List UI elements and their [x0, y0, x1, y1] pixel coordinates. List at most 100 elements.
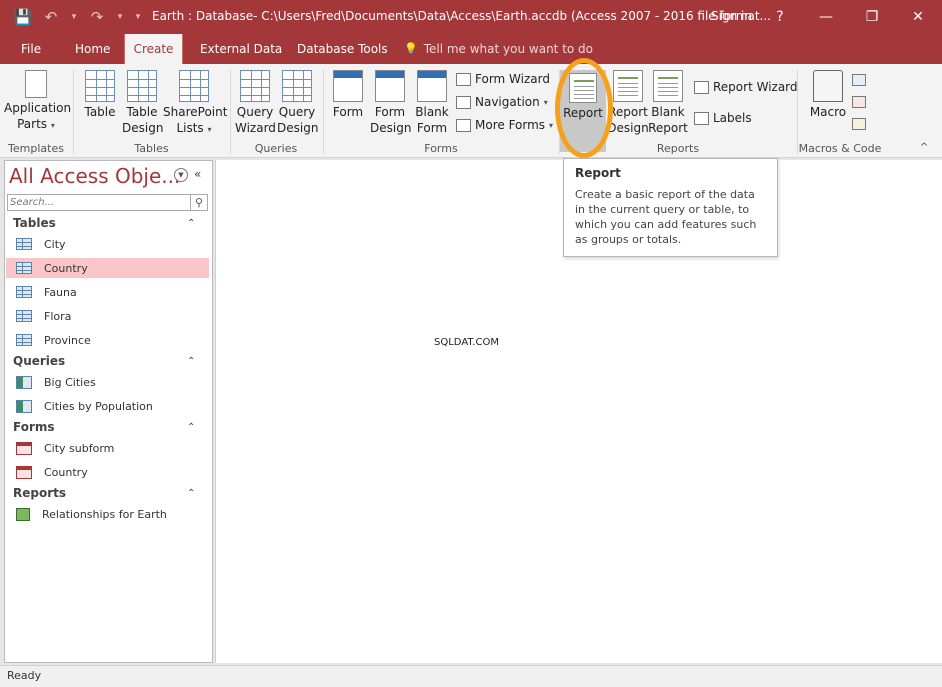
minimize-button[interactable]: — [803, 0, 849, 34]
undo-menu-chevron-icon[interactable]: ▾ [68, 6, 80, 28]
table-design-button[interactable]: Table Design [122, 70, 163, 136]
query-design-label-1: Query [278, 105, 316, 119]
navigation-icon [456, 95, 471, 109]
tab-create[interactable]: Create [124, 34, 183, 64]
collapse-queries-chevron-icon[interactable]: ⌃ [187, 356, 195, 367]
nav-item-relationships-for-earth[interactable]: Relationships for Earth [6, 504, 209, 524]
sharepoint-label-2: Lists ▾ [176, 121, 212, 135]
nav-menu-chevron-down-icon[interactable]: ▼ [174, 168, 188, 182]
nav-item-label: City subform [44, 441, 115, 455]
visual-basic-icon[interactable] [852, 118, 866, 130]
tab-file[interactable]: File [11, 34, 51, 64]
tab-home[interactable]: Home [65, 34, 120, 64]
undo-icon[interactable]: ↶ [40, 6, 62, 28]
nav-pane-title[interactable]: All Access Obje... [9, 164, 180, 188]
nav-search-input[interactable] [7, 194, 191, 211]
nav-collapse-icon[interactable]: « [194, 167, 201, 181]
macro-icon [813, 70, 843, 102]
nav-item-label: Country [44, 465, 88, 479]
application-parts-button[interactable]: Application Parts ▾ [4, 70, 72, 134]
form-wizard-button[interactable]: Form Wizard [456, 72, 550, 86]
sign-in-link[interactable]: Sign in [711, 9, 752, 23]
report-icon [16, 507, 30, 521]
customize-qat-chevron-icon[interactable]: ▾ [132, 6, 144, 28]
nav-item-fauna[interactable]: Fauna [6, 282, 209, 302]
search-icon[interactable]: ⚲ [191, 194, 208, 211]
tooltip-title: Report [575, 166, 621, 180]
redo-menu-chevron-icon[interactable]: ▾ [114, 6, 126, 28]
nav-item-big-cities[interactable]: Big Cities [6, 372, 209, 392]
nav-item-country-form[interactable]: Country [6, 462, 209, 482]
nav-category-reports[interactable]: Reports [13, 486, 66, 500]
collapse-forms-chevron-icon[interactable]: ⌃ [187, 422, 195, 433]
group-label-queries: Queries [254, 142, 298, 155]
more-forms-button[interactable]: More Forms ▾ [456, 118, 553, 132]
query-wizard-button[interactable]: Query Wizard [235, 70, 276, 136]
redo-icon[interactable]: ↷ [86, 6, 108, 28]
status-text: Ready [7, 669, 42, 682]
macro-button[interactable]: Macro [806, 70, 850, 120]
sharepoint-label-1: SharePoint [163, 105, 228, 119]
form-wizard-label: Form Wizard [475, 72, 550, 86]
module-icon[interactable] [852, 74, 866, 86]
tell-me-box[interactable]: 💡 Tell me what you want to do [404, 34, 593, 64]
application-parts-label-1: Application [4, 101, 72, 115]
blank-report-label-1: Blank [651, 105, 685, 119]
sharepoint-lists-button[interactable]: SharePoint Lists ▾ [163, 70, 228, 138]
nav-item-city[interactable]: City [6, 234, 209, 254]
more-forms-label: More Forms [475, 118, 546, 132]
restore-button[interactable]: ❐ [849, 0, 895, 34]
nav-category-forms[interactable]: Forms [13, 420, 55, 434]
form-button[interactable]: Form [328, 70, 368, 120]
close-button[interactable]: ✕ [895, 0, 941, 34]
nav-item-country[interactable]: Country [6, 258, 209, 278]
form-icon [16, 441, 32, 455]
table-icon [16, 334, 32, 346]
tooltip-body: Create a basic report of the data in the… [575, 188, 757, 246]
group-label-tables: Tables [134, 142, 169, 155]
form-design-icon [375, 70, 405, 102]
blank-form-label-2: Form [416, 121, 448, 135]
blank-report-button[interactable]: Blank Report [648, 70, 688, 136]
collapse-ribbon-icon[interactable]: ^ [920, 142, 928, 153]
nav-category-tables[interactable]: Tables [13, 216, 56, 230]
nav-item-city-subform[interactable]: City subform [6, 438, 209, 458]
ribbon-tabs: File Home Create External Data Database … [0, 34, 942, 64]
nav-item-province[interactable]: Province [6, 330, 209, 350]
nav-item-flora[interactable]: Flora [6, 306, 209, 326]
table-button[interactable]: Table [80, 70, 120, 120]
nav-item-cities-by-population[interactable]: Cities by Population [6, 396, 209, 416]
table-icon [85, 70, 115, 102]
tab-database-tools[interactable]: Database Tools [287, 34, 398, 64]
lightbulb-icon: 💡 [404, 42, 418, 55]
blank-form-button[interactable]: Blank Form [412, 70, 452, 136]
labels-button[interactable]: Labels [694, 111, 752, 125]
form-design-label-2: Design [370, 121, 412, 135]
form-design-button[interactable]: Form Design [370, 70, 412, 136]
nav-item-label: Country [44, 261, 88, 275]
save-icon[interactable]: 💾 [12, 6, 34, 28]
report-tooltip: Report Create a basic report of the data… [563, 158, 778, 257]
table-icon [16, 238, 32, 250]
window-title: Earth : Database- C:\Users\Fred\Document… [152, 9, 771, 23]
table-label: Table [84, 105, 116, 119]
class-module-icon[interactable] [852, 96, 866, 108]
tab-external-data[interactable]: External Data [190, 34, 292, 64]
navigation-label: Navigation [475, 95, 540, 109]
blank-form-label-1: Blank [415, 105, 449, 119]
query-design-icon [282, 70, 312, 102]
collapse-tables-chevron-icon[interactable]: ⌃ [187, 218, 195, 229]
form-label: Form [332, 105, 364, 119]
navigation-button[interactable]: Navigation ▾ [456, 95, 548, 109]
macro-label: Macro [809, 105, 847, 119]
collapse-reports-chevron-icon[interactable]: ⌃ [187, 488, 195, 499]
nav-item-label: Flora [44, 309, 72, 323]
help-button[interactable]: ? [757, 0, 803, 34]
table-icon [16, 286, 32, 298]
nav-item-label: City [44, 237, 66, 251]
nav-category-queries[interactable]: Queries [13, 354, 65, 368]
nav-item-label: Fauna [44, 285, 77, 299]
tell-me-placeholder: Tell me what you want to do [423, 42, 594, 56]
query-design-button[interactable]: Query Design [277, 70, 318, 136]
report-wizard-button[interactable]: Report Wizard [694, 80, 798, 94]
